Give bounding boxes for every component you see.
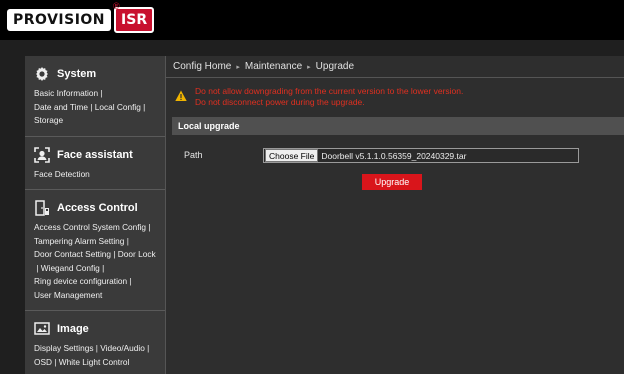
sidebar-item-date-and-time[interactable]: Date and Time <box>34 102 88 112</box>
sidebar-item-door-lock[interactable]: Door Lock <box>118 249 156 259</box>
sidebar-links-image: Display Settings | Video/Audio | OSD | W… <box>34 343 150 367</box>
sidebar-section-face-assistant: Face assistant Face Detection <box>25 137 165 190</box>
path-label: Path <box>184 150 203 160</box>
sidebar-heading-image[interactable]: Image <box>34 319 156 339</box>
upgrade-warning: Do not allow downgrading from the curren… <box>175 86 463 108</box>
sidebar-section-system: System Basic Information | Date and Time… <box>25 56 165 137</box>
sidebar-links-face-assistant: Face Detection <box>34 168 156 182</box>
sidebar-item-osd[interactable]: OSD <box>34 357 52 367</box>
logo-isr-mark: ISR <box>114 7 155 33</box>
sidebar-title-system: System <box>57 68 97 80</box>
sidebar-item-access-control-system-config[interactable]: Access Control System Config <box>34 222 146 232</box>
gear-icon <box>36 67 48 81</box>
sidebar-item-wiegand-config[interactable]: Wiegand Config <box>41 263 100 273</box>
sidebar-item-video-audio[interactable]: Video/Audio <box>100 343 145 353</box>
sidebar-links-system: Basic Information | Date and Time | Loca… <box>34 88 146 125</box>
sidebar-title-face-assistant: Face assistant <box>57 148 133 161</box>
upgrade-button[interactable]: Upgrade <box>362 174 422 190</box>
sidebar-item-user-management[interactable]: User Management <box>34 290 102 300</box>
breadcrumb-maintenance[interactable]: Maintenance <box>245 61 302 72</box>
image-icon <box>34 322 50 335</box>
breadcrumb: Config Home ▸ Maintenance ▸ Upgrade <box>166 56 624 78</box>
sidebar-title-image: Image <box>57 323 89 335</box>
sidebar-item-storage[interactable]: Storage <box>34 115 63 125</box>
sidebar-item-door-contact-setting[interactable]: Door Contact Setting <box>34 249 111 259</box>
main-content: Config Home ▸ Maintenance ▸ Upgrade Do n… <box>166 56 624 374</box>
selected-file-name: Doorbell v5.1.1.0.56359_20240329.tar <box>321 150 467 161</box>
breadcrumb-config-home[interactable]: Config Home <box>173 61 231 72</box>
sidebar-heading-system[interactable]: System <box>34 64 156 84</box>
left-sidebar: System Basic Information | Date and Time… <box>25 56 166 374</box>
choose-file-button[interactable]: Choose File <box>265 149 319 162</box>
warning-line-power: Do not disconnect power during the upgra… <box>195 97 365 107</box>
sidebar-item-white-light-control[interactable]: White Light Control <box>59 357 130 367</box>
sidebar-item-display-settings[interactable]: Display Settings <box>34 343 94 353</box>
local-upgrade-header: Local upgrade <box>172 117 624 135</box>
sidebar-links-access-control: Access Control System Config | Tampering… <box>34 222 156 300</box>
sidebar-section-access-control: Access Control Access Control System Con… <box>25 190 165 311</box>
file-input[interactable]: Choose File Doorbell v5.1.1.0.56359_2024… <box>263 148 579 163</box>
sidebar-heading-access-control[interactable]: Access Control <box>34 198 156 218</box>
warning-text: Do not allow downgrading from the curren… <box>195 86 463 108</box>
breadcrumb-separator: ▸ <box>307 63 311 71</box>
breadcrumb-separator: ▸ <box>236 63 240 71</box>
sidebar-item-local-config[interactable]: Local Config <box>95 102 141 112</box>
face-scan-icon <box>34 146 50 163</box>
top-header-bar: PROVISION ISR ® <box>0 0 624 40</box>
warning-line-downgrade: Do not allow downgrading from the curren… <box>195 86 464 96</box>
sidebar-title-access-control: Access Control <box>57 202 138 214</box>
registered-mark: ® <box>113 1 120 11</box>
sidebar-heading-face-assistant[interactable]: Face assistant <box>34 145 156 165</box>
breadcrumb-upgrade: Upgrade <box>315 61 355 72</box>
sidebar-section-image: Image Display Settings | Video/Audio | O… <box>25 311 165 374</box>
sidebar-item-tampering-alarm-setting[interactable]: Tampering Alarm Setting <box>34 236 124 246</box>
sidebar-item-ring-device-configuration[interactable]: Ring device configuration <box>34 276 127 286</box>
warning-icon <box>175 90 187 101</box>
door-access-icon <box>35 200 49 216</box>
sidebar-item-face-detection[interactable]: Face Detection <box>34 169 90 179</box>
provision-isr-logo: PROVISION ISR ® <box>7 1 155 34</box>
logo-wordmark: PROVISION <box>7 9 112 31</box>
sidebar-item-basic-information[interactable]: Basic Information <box>34 88 98 98</box>
